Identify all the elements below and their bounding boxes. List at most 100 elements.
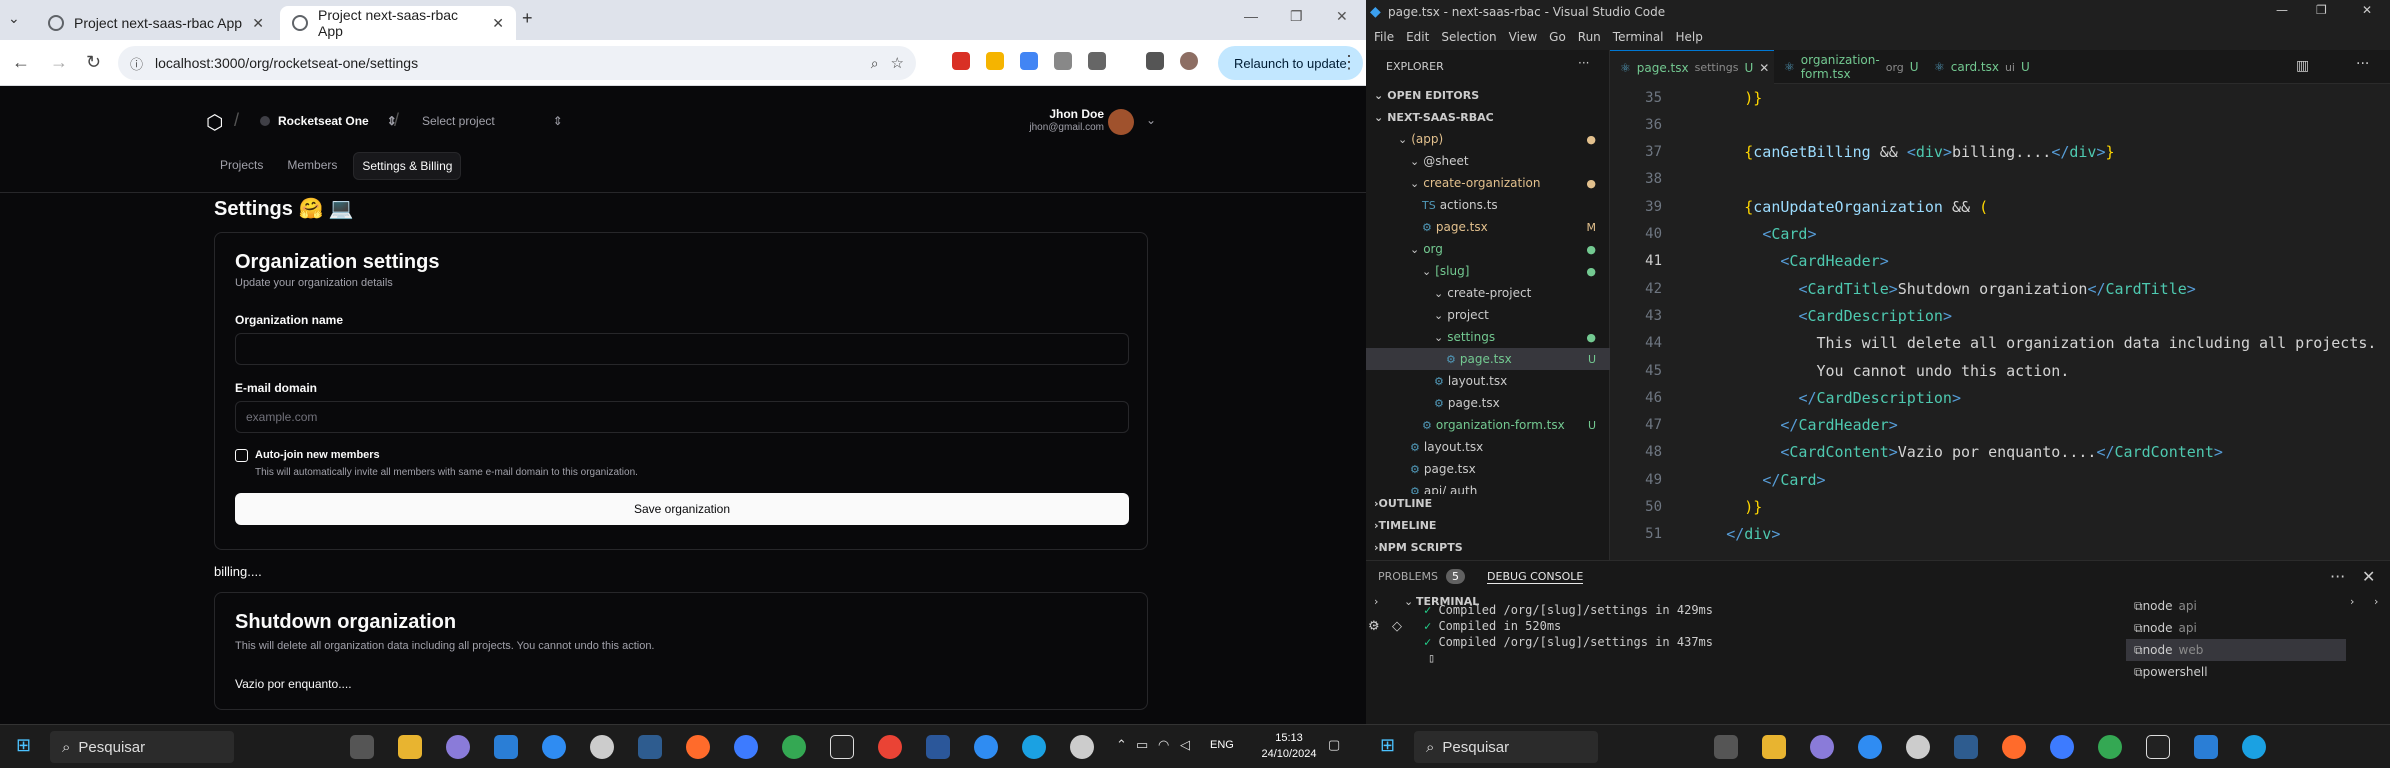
more-actions-icon[interactable]: ··· — [1578, 56, 1589, 70]
chrome-icon[interactable] — [782, 735, 806, 759]
reload-icon[interactable]: ↻ — [86, 52, 101, 73]
forward-icon[interactable]: → — [50, 52, 68, 73]
app-icon[interactable] — [1906, 735, 1930, 759]
logo-icon[interactable]: ⬡ — [206, 110, 223, 135]
editor-tab[interactable]: ⚛ page.tsx settings U ✕ — [1610, 50, 1774, 84]
tree-item[interactable]: ⌄ @sheet — [1366, 150, 1610, 172]
windows-start-icon[interactable]: ⊞ — [1380, 735, 1395, 756]
profile-avatar[interactable] — [1180, 52, 1198, 70]
split-editor-icon[interactable]: ▥ — [2296, 58, 2309, 74]
editor-tab[interactable]: ⚛ card.tsx ui U — [1924, 50, 2030, 84]
app-icon[interactable] — [2146, 735, 2170, 759]
vscode-taskbar-icon[interactable] — [494, 735, 518, 759]
terminal-list-item[interactable]: ⧉ node api — [2126, 595, 2346, 617]
app-icon[interactable] — [1810, 735, 1834, 759]
extensions-puzzle-icon[interactable] — [1088, 52, 1106, 70]
file-explorer-icon[interactable] — [398, 735, 422, 759]
tree-item[interactable]: ⚙ page.tsx — [1366, 392, 1610, 414]
editor-tab[interactable]: ⚛ organization-form.tsx org U — [1774, 50, 1924, 84]
app-icon[interactable] — [1954, 735, 1978, 759]
tree-item[interactable]: ⚙ layout.tsx — [1366, 370, 1610, 392]
maximize-icon[interactable]: ❐ — [2316, 3, 2327, 17]
menu-item-view[interactable]: View — [1509, 30, 1537, 44]
task-view-icon[interactable] — [350, 735, 374, 759]
tray-chevron-icon[interactable]: ⌃ — [1116, 737, 1127, 753]
more-actions-icon[interactable]: ··· — [2356, 56, 2369, 72]
minimize-icon[interactable]: — — [2276, 3, 2288, 17]
task-view-icon[interactable] — [1714, 735, 1738, 759]
tree-item[interactable]: ⚙ organization-form.tsx U — [1366, 414, 1610, 436]
extension-icon[interactable] — [1054, 52, 1072, 70]
app-icon[interactable] — [1070, 735, 1094, 759]
tree-item[interactable]: ⌄ project — [1366, 304, 1610, 326]
tab-search-icon[interactable]: ⌄ — [8, 10, 20, 27]
app-icon[interactable] — [734, 735, 758, 759]
wifi-icon[interactable]: ◠ — [1158, 737, 1169, 753]
chrome-icon[interactable] — [2098, 735, 2122, 759]
battery-icon[interactable]: ▭ — [1136, 737, 1148, 753]
nav-members[interactable]: Members — [279, 152, 345, 180]
sidebar-section-outline[interactable]: › OUTLINE — [1366, 492, 1610, 514]
menu-item-edit[interactable]: Edit — [1406, 30, 1429, 44]
tree-item[interactable]: ⚙ page.tsx M — [1366, 216, 1610, 238]
address-bar[interactable]: ⓘ localhost:3000/org/rocketseat-one/sett… — [118, 46, 916, 80]
app-icon[interactable] — [974, 735, 998, 759]
nav-projects[interactable]: Projects — [212, 152, 271, 180]
browser-tab-1[interactable]: Project next-saas-rbac App ✕ — [36, 6, 276, 40]
tree-item[interactable]: ⚙ page.tsx — [1366, 458, 1610, 480]
language-indicator[interactable]: ENG — [1210, 739, 1234, 751]
autojoin-checkbox[interactable] — [235, 449, 248, 462]
close-window-icon[interactable]: ✕ — [1336, 8, 1348, 25]
menu-item-go[interactable]: Go — [1549, 30, 1566, 44]
project-switcher[interactable]: Select project ⇕ — [422, 114, 563, 128]
vscode-taskbar-icon[interactable] — [2194, 735, 2218, 759]
explorer-section[interactable]: ⌄ NEXT-SAAS-RBAC — [1366, 106, 1610, 128]
app-icon[interactable] — [2050, 735, 2074, 759]
menu-item-file[interactable]: File — [1374, 30, 1394, 44]
bookmark-star-icon[interactable]: ☆ — [891, 54, 904, 72]
app-icon[interactable] — [1858, 735, 1882, 759]
explorer-section[interactable]: ⌄ OPEN EDITORS — [1366, 84, 1610, 106]
nav-settings-billing[interactable]: Settings & Billing — [353, 152, 462, 180]
maximize-icon[interactable]: ❐ — [1290, 8, 1303, 25]
notification-icon[interactable]: ▢ — [1328, 737, 1340, 753]
chrome-icon[interactable] — [878, 735, 902, 759]
back-icon[interactable]: ← — [12, 52, 30, 73]
account-menu[interactable]: Jhon Doe jhon@gmail.com ⌄ — [1024, 105, 1164, 139]
email-domain-input[interactable]: example.com — [235, 401, 1129, 433]
close-window-icon[interactable]: ✕ — [2362, 3, 2372, 17]
app-icon[interactable] — [542, 735, 566, 759]
app-icon[interactable] — [830, 735, 854, 759]
terminal-list-item[interactable]: ⧉ node web — [2126, 639, 2346, 661]
minimize-icon[interactable]: — — [1244, 8, 1258, 24]
menu-item-run[interactable]: Run — [1578, 30, 1601, 44]
windows-start-icon[interactable]: ⊞ — [16, 735, 31, 756]
site-info-icon[interactable]: ⓘ — [130, 54, 143, 73]
word-icon[interactable] — [926, 735, 950, 759]
edge-icon[interactable] — [1022, 735, 1046, 759]
taskbar-search[interactable]: ⌕ Pesquisar — [50, 731, 234, 763]
media-icon[interactable] — [1146, 52, 1164, 70]
terminal-list-item[interactable]: ⧉ node api — [2126, 617, 2346, 639]
tree-item[interactable]: ⌄ create-project — [1366, 282, 1610, 304]
browser-tab-2[interactable]: Project next-saas-rbac App ✕ — [280, 6, 516, 40]
extension-icon[interactable] — [986, 52, 1004, 70]
edge-icon[interactable] — [2242, 735, 2266, 759]
volume-icon[interactable]: ◁ — [1180, 737, 1190, 753]
new-tab-icon[interactable]: + — [522, 8, 533, 29]
app-icon[interactable] — [590, 735, 614, 759]
menu-item-terminal[interactable]: Terminal — [1613, 30, 1664, 44]
org-switcher[interactable]: Rocketseat One ⇕ — [260, 114, 397, 128]
taskbar-search[interactable]: ⌕ Pesquisar — [1414, 731, 1598, 763]
save-organization-button[interactable]: Save organization — [235, 493, 1129, 525]
terminal-list-item[interactable]: ⧉ powershell — [2126, 661, 2346, 683]
sidebar-section-timeline[interactable]: › TIMELINE — [1366, 514, 1610, 536]
menu-item-selection[interactable]: Selection — [1441, 30, 1496, 44]
sidebar-section-npm-scripts[interactable]: › NPM SCRIPTS — [1366, 536, 1610, 558]
tree-item[interactable]: ⌄ settings ● — [1366, 326, 1610, 348]
close-tab-icon[interactable]: ✕ — [492, 15, 504, 32]
tree-item[interactable]: ⌄ (app) ● — [1366, 128, 1610, 150]
menu-icon[interactable]: ⋮ — [1340, 52, 1358, 73]
extension-icon[interactable] — [1020, 52, 1038, 70]
file-explorer-icon[interactable] — [1762, 735, 1786, 759]
